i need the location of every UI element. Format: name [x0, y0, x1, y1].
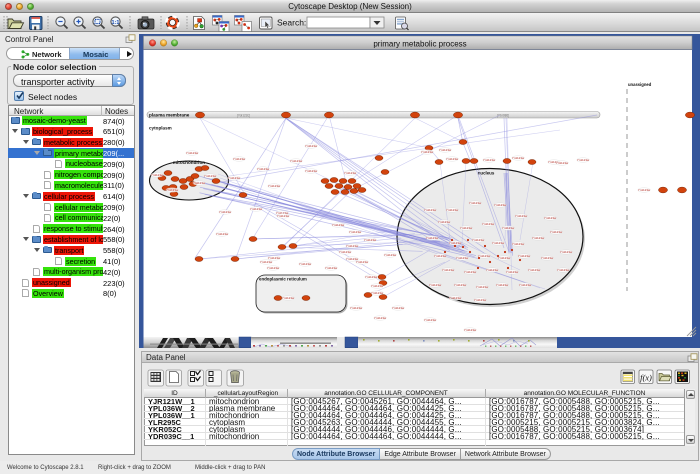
svg-text:Yml123w: Yml123w	[346, 244, 359, 248]
svg-text:Yml123w: Yml123w	[349, 230, 362, 234]
svg-text:[Yol122c]: [Yol122c]	[237, 113, 250, 117]
svg-text:Yml123w: Yml123w	[446, 157, 459, 161]
svg-text:Yml123w: Yml123w	[464, 328, 477, 332]
svg-text:Yml123w: Yml123w	[267, 266, 280, 270]
svg-text:cytoplasm: cytoplasm	[149, 126, 172, 131]
svg-text:unassigned: unassigned	[628, 82, 652, 87]
svg-text:Yml123w: Yml123w	[424, 318, 437, 322]
svg-text:Yml123w: Yml123w	[260, 260, 273, 264]
svg-text:mitochondrion: mitochondrion	[173, 160, 205, 165]
svg-text:Yml123w: Yml123w	[515, 214, 528, 218]
svg-text:Yml123w: Yml123w	[356, 260, 369, 264]
svg-text:Yml123w: Yml123w	[512, 242, 525, 246]
svg-text:Yml123w: Yml123w	[439, 148, 452, 152]
svg-text:Yml123w: Yml123w	[577, 158, 590, 162]
svg-text:f(x): f(x)	[640, 372, 652, 382]
svg-text:Yml123w: Yml123w	[339, 250, 352, 254]
svg-text:Yml123w: Yml123w	[512, 156, 525, 160]
svg-text:Yml123w: Yml123w	[476, 285, 489, 289]
svg-text:Yml123w: Yml123w	[560, 250, 573, 254]
svg-text:Yml123w: Yml123w	[557, 268, 570, 272]
svg-text:Yml123w: Yml123w	[486, 268, 499, 272]
svg-text:Yml123w: Yml123w	[464, 270, 477, 274]
svg-text:Yml123w: Yml123w	[498, 256, 511, 260]
svg-text:Yml123w: Yml123w	[299, 262, 312, 266]
svg-text:Yml123w: Yml123w	[469, 201, 482, 205]
svg-text:Yml123w: Yml123w	[454, 283, 467, 287]
svg-text:Yml123w: Yml123w	[429, 283, 442, 287]
svg-text:Yml123w: Yml123w	[233, 157, 246, 161]
svg-text:Yml123w: Yml123w	[250, 207, 263, 211]
svg-text:Yml123w: Yml123w	[449, 241, 462, 245]
svg-text:Yml123w: Yml123w	[494, 203, 507, 207]
svg-text:Yml123w: Yml123w	[219, 210, 232, 214]
svg-text:Yml123w: Yml123w	[474, 298, 487, 302]
svg-text:Yml123w: Yml123w	[193, 181, 206, 185]
svg-text:Yml123w: Yml123w	[449, 296, 462, 300]
svg-text:Yml123w: Yml123w	[384, 253, 397, 257]
svg-text:Yml123w: Yml123w	[371, 291, 384, 295]
svg-text:Yml123w: Yml123w	[228, 176, 241, 180]
svg-text:Yml123w: Yml123w	[364, 238, 377, 242]
svg-text:Yml123w: Yml123w	[332, 223, 345, 227]
svg-text:Yml123w: Yml123w	[460, 226, 473, 230]
svg-text:Yml123w: Yml123w	[528, 268, 541, 272]
svg-text:Yml123w: Yml123w	[426, 236, 439, 240]
svg-text:Yml123w: Yml123w	[424, 208, 437, 212]
svg-text:Yml123w: Yml123w	[325, 266, 338, 270]
svg-text:Yml123w: Yml123w	[446, 208, 459, 212]
svg-text:Yml123w: Yml123w	[496, 283, 509, 287]
svg-text:Yml123w: Yml123w	[216, 232, 229, 236]
svg-text:Yml123w: Yml123w	[518, 254, 531, 258]
svg-text:Yml123w: Yml123w	[282, 296, 295, 300]
svg-text:Yml123w: Yml123w	[492, 241, 505, 245]
svg-text:Yml123w: Yml123w	[350, 306, 363, 310]
svg-text:Yml123w: Yml123w	[151, 173, 164, 177]
svg-text:Yml123w: Yml123w	[544, 216, 557, 220]
svg-text:Yml123w: Yml123w	[556, 161, 569, 165]
svg-text:Yml123w: Yml123w	[482, 222, 495, 226]
svg-text:Yml123w: Yml123w	[456, 256, 469, 260]
svg-text:Yml123w: Yml123w	[305, 169, 318, 173]
svg-text:Yml123w: Yml123w	[257, 167, 270, 171]
svg-text:endoplasmic reticulum: endoplasmic reticulum	[259, 277, 307, 282]
svg-text:Yml123w: Yml123w	[305, 144, 318, 148]
svg-text:Yml123w: Yml123w	[541, 256, 554, 260]
svg-text:Yml123w: Yml123w	[392, 306, 405, 310]
svg-text:Yml123w: Yml123w	[519, 283, 532, 287]
svg-text:Yml123w: Yml123w	[268, 184, 281, 188]
svg-text:Yml123w: Yml123w	[638, 188, 651, 192]
svg-text:Yml123w: Yml123w	[442, 268, 455, 272]
svg-text:Yml123w: Yml123w	[434, 254, 447, 258]
svg-text:plasma membrane: plasma membrane	[149, 113, 190, 118]
svg-text:Yml123w: Yml123w	[344, 171, 357, 175]
svg-text:Yml123w: Yml123w	[502, 226, 515, 230]
svg-text:Yml123w: Yml123w	[365, 275, 378, 279]
svg-text:primary metabolic process: primary metabolic process	[373, 39, 466, 48]
svg-text:Yml123w: Yml123w	[550, 230, 563, 234]
svg-text:Yml123w: Yml123w	[506, 270, 519, 274]
svg-text:Yml123w: Yml123w	[438, 220, 451, 224]
svg-text:Yml123w: Yml123w	[290, 159, 303, 163]
svg-text:1:1: 1:1	[112, 20, 120, 26]
svg-text:Search:: Search:	[277, 18, 306, 28]
svg-text:Yml123w: Yml123w	[421, 150, 434, 154]
svg-text:Yml123w: Yml123w	[166, 188, 179, 192]
svg-text:Yml123w: Yml123w	[186, 151, 199, 155]
svg-text:Yml123w: Yml123w	[483, 158, 496, 162]
svg-text:Yml123w: Yml123w	[472, 238, 485, 242]
svg-text:Yml123w: Yml123w	[374, 316, 387, 320]
svg-text:Yml123w: Yml123w	[277, 214, 290, 218]
svg-text:Yml123w: Yml123w	[371, 284, 384, 288]
svg-text:Yml123w: Yml123w	[204, 174, 217, 178]
svg-text:Yml123w: Yml123w	[532, 236, 545, 240]
